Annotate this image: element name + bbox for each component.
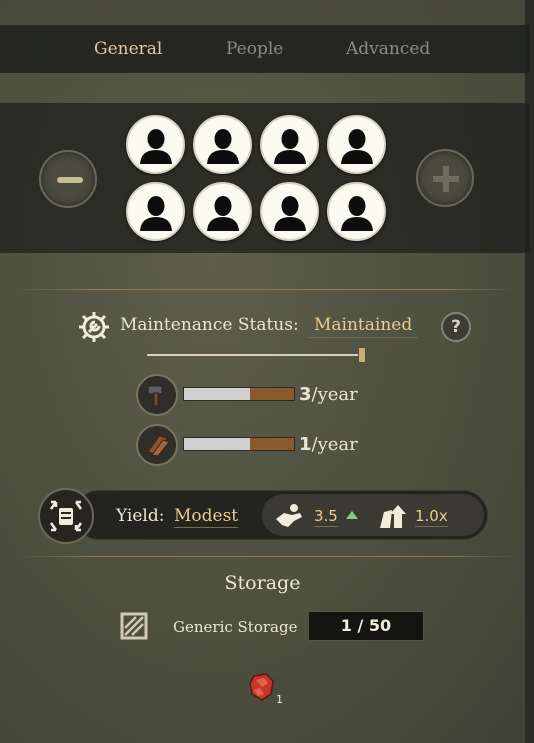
hammer-resource [136,374,178,416]
maintenance-slider-handle[interactable] [358,347,366,363]
gear-wrench-icon [79,312,109,342]
worker-slot[interactable] [126,182,185,241]
help-button[interactable]: ? [441,312,471,342]
yield-dropdown[interactable]: Modest [174,506,239,528]
tab-advanced[interactable]: Advanced [346,39,430,59]
tab-general[interactable]: General [94,39,162,59]
maintenance-status-label: Maintenance Status: [120,315,299,335]
planks-upkeep-fill [250,438,294,450]
worker-slot[interactable] [327,182,386,241]
worker-slot[interactable] [260,115,319,174]
tab-bar: General People Advanced [0,25,530,73]
iron-ore-icon[interactable] [248,672,276,702]
person-silhouette-icon [341,129,373,164]
crate-icon [120,612,148,640]
storage-title: Storage [224,572,301,594]
bucket-cycle-icon [49,500,83,532]
hammer-upkeep-bar [183,387,295,401]
person-silhouette-icon [274,196,306,231]
worker-slot[interactable] [193,115,252,174]
person-silhouette-icon [274,129,306,164]
divider [15,556,520,557]
planks-upkeep-rate: 1/year [299,434,358,455]
plus-icon [433,166,459,192]
person-silhouette-icon [207,196,239,231]
worker-slot[interactable] [193,182,252,241]
yield-icon-badge [38,488,94,544]
remove-worker-button[interactable] [39,150,97,208]
productivity-value[interactable]: 3.5 [314,507,338,527]
maintenance-status-dropdown[interactable]: Maintained [308,315,419,338]
generic-storage-label: Generic Storage [173,618,298,636]
yield-label: Yield: [116,506,165,526]
hammer-upkeep-rate: 3/year [299,384,358,405]
worker-slot[interactable] [327,115,386,174]
worker-productivity-icon [276,504,302,527]
person-silhouette-icon [207,129,239,164]
maintenance-slider-track[interactable] [147,354,363,356]
trend-up-icon [346,511,358,519]
planks-upkeep-bar [183,437,295,451]
tab-people[interactable]: People [226,39,283,59]
person-silhouette-icon [341,196,373,231]
storage-capacity: 1 / 50 [308,611,424,641]
add-worker-button[interactable] [416,149,474,207]
ore-count: 1 [276,693,283,706]
hammer-icon [147,385,163,407]
worker-slot[interactable] [260,182,319,241]
wood-planks-icon [147,435,170,457]
person-silhouette-icon [140,129,172,164]
worker-slot[interactable] [126,115,185,174]
planks-resource [136,424,178,466]
hammer-upkeep-fill [250,388,294,400]
person-silhouette-icon [140,196,172,231]
top-strip [0,0,525,25]
yield-multiplier-icon [380,505,406,528]
multiplier-value[interactable]: 1.0x [415,507,448,527]
divider [15,289,520,290]
minus-icon [57,177,83,183]
